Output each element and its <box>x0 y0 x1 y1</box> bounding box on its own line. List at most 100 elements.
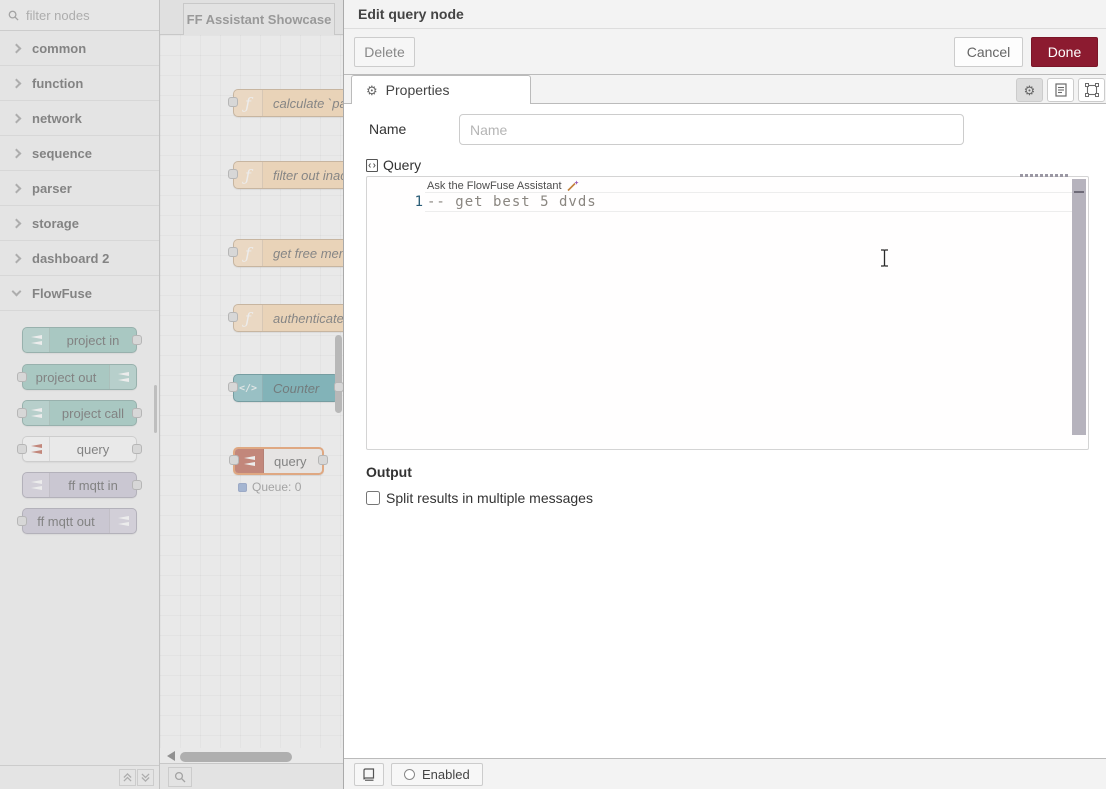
split-results-label: Split results in multiple messages <box>386 490 593 506</box>
flow-node-label: calculate `pa <box>263 90 343 116</box>
flowfuse-icon <box>23 401 50 425</box>
palette-category-sequence[interactable]: sequence <box>0 136 159 171</box>
chevron-right-icon <box>12 183 22 193</box>
node-port[interactable] <box>334 382 343 392</box>
node-status-text: Queue: 0 <box>252 480 301 494</box>
palette-category-parser[interactable]: parser <box>0 171 159 206</box>
chevron-right-icon <box>12 78 22 88</box>
enabled-toggle-button[interactable]: Enabled <box>391 763 483 786</box>
chevron-double-up-icon <box>123 773 132 782</box>
query-field-label: Query <box>366 157 421 173</box>
flow-node-query-selected[interactable]: query <box>233 447 324 475</box>
split-results-checkbox[interactable] <box>366 491 380 505</box>
node-port[interactable] <box>318 455 328 465</box>
node-port[interactable] <box>229 455 239 465</box>
category-label: parser <box>32 181 72 196</box>
expand-all-button[interactable] <box>137 769 154 786</box>
node-help-button[interactable] <box>354 763 384 786</box>
flow-node-function-calculate[interactable]: ƒ calculate `pa <box>233 89 343 117</box>
minimap-text <box>1020 174 1068 177</box>
palette-node-ff-mqtt-out[interactable]: ff mqtt out <box>22 508 137 534</box>
code-icon: </> <box>234 375 263 401</box>
flow-node-counter[interactable]: </> Counter <box>233 374 339 402</box>
node-port[interactable] <box>228 247 238 257</box>
palette-node-project-in[interactable]: project in <box>22 327 137 353</box>
node-port[interactable] <box>132 444 142 454</box>
query-code-editor[interactable]: Ask the FlowFuse Assistant 1 -- get best… <box>366 176 1089 450</box>
palette-node-query[interactable]: query <box>22 436 137 462</box>
magic-wand-icon <box>566 180 579 192</box>
flowfuse-icon <box>109 509 136 533</box>
palette-footer <box>0 765 159 789</box>
node-port[interactable] <box>132 408 142 418</box>
workspace-vertical-scrollbar[interactable] <box>335 335 342 413</box>
palette-category-network[interactable]: network <box>0 101 159 136</box>
palette-filter-input[interactable]: filter nodes <box>0 0 159 31</box>
palette-category-common[interactable]: common <box>0 31 159 66</box>
assistant-hint[interactable]: Ask the FlowFuse Assistant <box>427 180 579 192</box>
category-label: sequence <box>32 146 92 161</box>
chevron-down-icon <box>12 287 22 297</box>
flow-node-function-authenticate[interactable]: ƒ authenticateU <box>233 304 343 332</box>
category-label: dashboard 2 <box>32 251 109 266</box>
flow-tab[interactable]: FF Assistant Showcase <box>183 3 335 35</box>
category-label: network <box>32 111 82 126</box>
palette-scrollbar[interactable] <box>154 385 157 433</box>
done-button[interactable]: Done <box>1031 37 1098 67</box>
flowfuse-icon <box>109 365 136 389</box>
description-view-button[interactable] <box>1047 78 1074 102</box>
tray-tabbar: ⚙ Properties ⚙ <box>344 75 1106 104</box>
chevron-right-icon <box>12 148 22 158</box>
flow-node-label: query <box>264 449 322 473</box>
palette-category-dashboard2[interactable]: dashboard 2 <box>0 241 159 276</box>
name-input[interactable] <box>459 114 964 145</box>
flow-node-function-filter[interactable]: ƒ filter out inac <box>233 161 343 189</box>
node-port[interactable] <box>132 335 142 345</box>
magnifier-icon <box>174 771 186 783</box>
category-label: storage <box>32 216 79 231</box>
delete-button[interactable]: Delete <box>354 37 415 67</box>
enabled-label: Enabled <box>422 767 470 782</box>
node-port[interactable] <box>228 382 238 392</box>
flow-node-label: Counter <box>263 375 338 401</box>
query-label-text: Query <box>383 157 421 173</box>
palette-category-storage[interactable]: storage <box>0 206 159 241</box>
chevron-right-icon <box>12 218 22 228</box>
node-port[interactable] <box>132 480 142 490</box>
tab-properties[interactable]: ⚙ Properties <box>351 75 531 104</box>
workspace-horizontal-scrollbar[interactable] <box>180 752 292 762</box>
tray-header: Edit query node <box>344 0 1106 29</box>
flow-tab-label: FF Assistant Showcase <box>187 12 332 27</box>
node-port[interactable] <box>17 444 27 454</box>
document-icon <box>1055 83 1067 97</box>
flow-node-label: authenticateU <box>263 305 343 331</box>
editor-minimap-scrollbar[interactable] <box>1072 179 1086 435</box>
tray-title: Edit query node <box>358 6 464 22</box>
assistant-hint-text: Ask the FlowFuse Assistant <box>427 180 562 192</box>
appearance-view-button[interactable] <box>1078 78 1105 102</box>
properties-view-button[interactable]: ⚙ <box>1016 78 1043 102</box>
node-port[interactable] <box>228 97 238 107</box>
search-icon <box>8 10 19 21</box>
node-palette: filter nodes common function network seq… <box>0 0 160 789</box>
palette-node-project-out[interactable]: project out <box>22 364 137 390</box>
palette-node-label: project call <box>50 401 136 425</box>
cancel-button[interactable]: Cancel <box>954 37 1023 67</box>
node-port[interactable] <box>17 372 27 382</box>
node-port[interactable] <box>17 516 27 526</box>
palette-category-function[interactable]: function <box>0 66 159 101</box>
palette-node-ff-mqtt-in[interactable]: ff mqtt in <box>22 472 137 498</box>
zoom-navigator-button[interactable] <box>168 767 192 787</box>
palette-category-flowfuse[interactable]: FlowFuse <box>0 276 159 311</box>
node-port[interactable] <box>228 169 238 179</box>
editor-code-line: -- get best 5 dvds <box>427 194 597 210</box>
flow-node-function-get-free-mem[interactable]: ƒ get free mem <box>233 239 343 267</box>
node-port[interactable] <box>17 408 27 418</box>
palette-node-project-call[interactable]: project call <box>22 400 137 426</box>
collapse-all-button[interactable] <box>119 769 136 786</box>
scroll-left-arrow[interactable] <box>167 751 175 761</box>
palette-node-label: project in <box>50 328 136 352</box>
function-icon: ƒ <box>234 162 263 188</box>
palette-node-label: query <box>50 437 136 461</box>
node-port[interactable] <box>228 312 238 322</box>
